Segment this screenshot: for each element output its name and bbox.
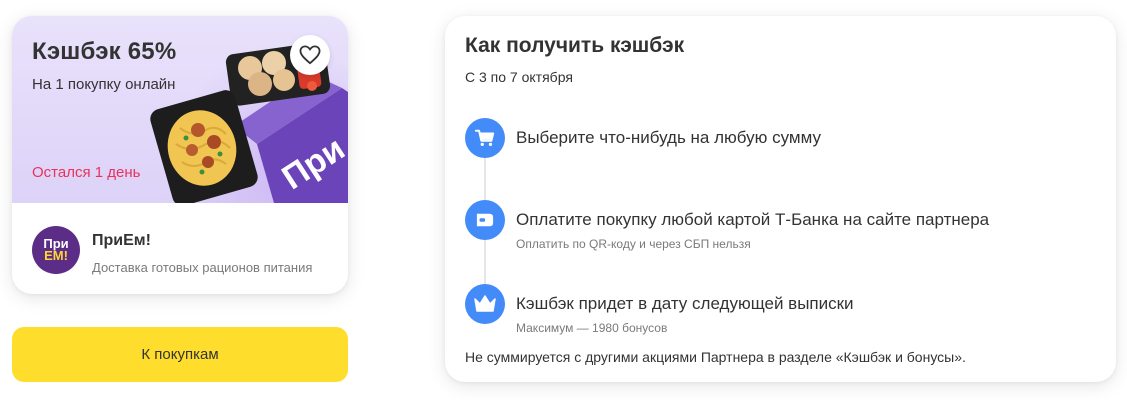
card-icon [476, 213, 494, 227]
merchant-description: Доставка готовых рационов питания [92, 260, 313, 275]
heart-icon [299, 45, 321, 65]
favorite-button[interactable] [290, 35, 330, 75]
merchant-name: ПриЕм! [92, 232, 151, 249]
info-period: С 3 по 7 октября [465, 69, 573, 85]
step-icon-wrap [465, 200, 505, 240]
step-title: Кэшбэк придет в дату следующей выписки [516, 294, 854, 313]
merchant-logo-line2: ЕМ! [44, 248, 68, 263]
info-footnote: Не суммируется с другими акциями Партнер… [465, 349, 966, 365]
step-note: Максимум — 1980 бонусов [516, 321, 668, 335]
cart-icon [474, 129, 495, 146]
crown-icon [474, 295, 496, 312]
step-title: Выберите что-нибудь на любую сумму [516, 128, 821, 147]
offer-banner: При Кэшбэк 65% На 1 покупку онлайн Остал… [12, 16, 348, 203]
step-title: Оплатите покупку любой картой Т-Банка на… [516, 210, 990, 229]
info-title: Как получить кэшбэк [465, 34, 685, 57]
step-icon-wrap [465, 118, 505, 158]
step-note: Оплатить по QR-коду и через СБП нельзя [516, 237, 751, 251]
merchant-logo: При ЕМ! [32, 226, 80, 274]
step-icon-wrap [465, 284, 505, 324]
merchant-info[interactable]: При ЕМ! ПриЕм! Доставка готовых рационов… [12, 203, 348, 294]
go-shopping-button[interactable]: К покупкам [12, 327, 348, 382]
offer-card[interactable]: При Кэшбэк 65% На 1 покупку онлайн Остал… [12, 16, 348, 294]
how-to-get-cashback-card: Как получить кэшбэк С 3 по 7 октября Выб… [445, 16, 1116, 382]
